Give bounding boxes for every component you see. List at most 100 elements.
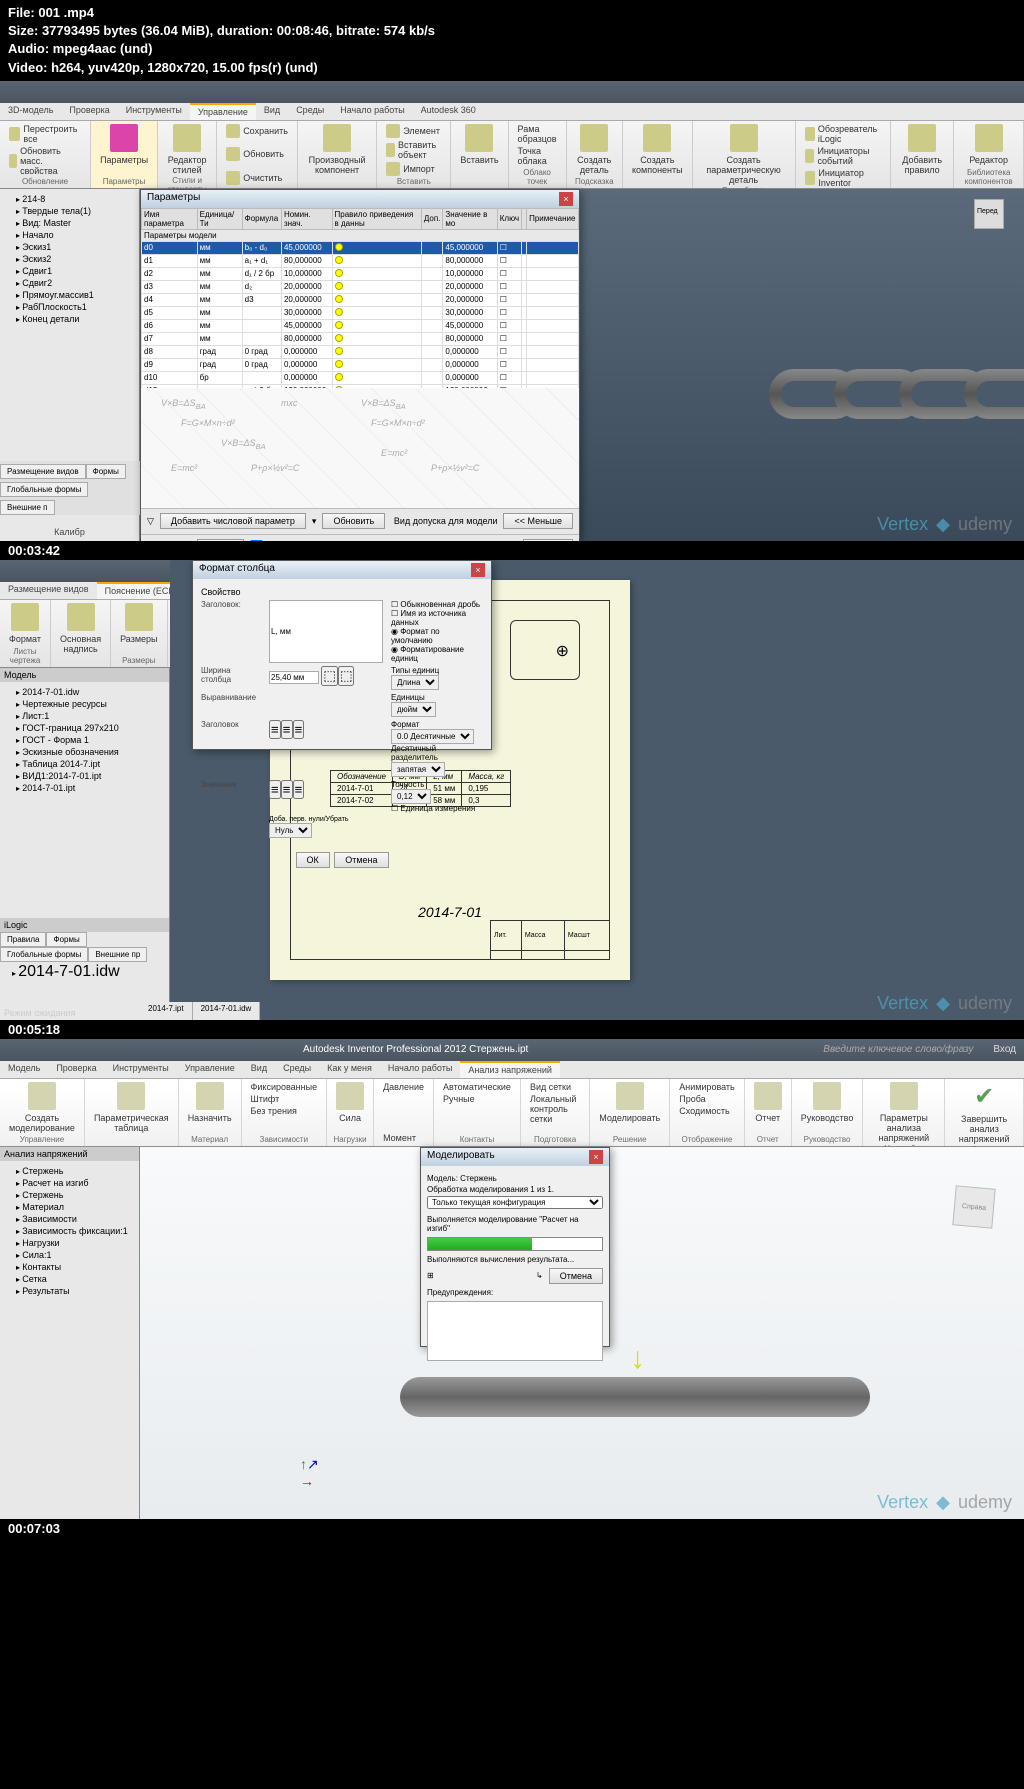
align-left-button[interactable]: ≡ bbox=[269, 720, 281, 739]
save-button[interactable]: Сохранить bbox=[223, 123, 291, 139]
param-row[interactable]: d0ммb₀ - d₀45,00000045,000000☐ bbox=[142, 241, 579, 254]
close-icon[interactable]: × bbox=[559, 192, 573, 206]
tree-item[interactable]: 2014-7-01.idw bbox=[4, 686, 165, 698]
tree-item[interactable]: Стержень bbox=[4, 1165, 135, 1177]
panel-tab[interactable]: Формы bbox=[86, 464, 126, 479]
viewport-3d[interactable]: Справа ↓ ↑↗→ Моделировать × Модель: Стер… bbox=[140, 1147, 1024, 1519]
param-row[interactable]: d3ммd₂20,00000020,000000☐ bbox=[142, 280, 579, 293]
guide-button[interactable]: Руководство bbox=[798, 1081, 857, 1124]
param-row[interactable]: d9град0 град0,0000000,000000☐ bbox=[142, 358, 579, 371]
panel-tab[interactable]: Размещение видов bbox=[0, 464, 86, 479]
ribbon-tab[interactable]: Среды bbox=[288, 103, 332, 120]
update-button[interactable]: Обновить bbox=[322, 513, 385, 529]
finish-button[interactable]: ✔Завершить анализ напряжений bbox=[951, 1081, 1017, 1145]
ribbon-tab[interactable]: Управление bbox=[190, 103, 256, 120]
animate-button[interactable]: Анимировать bbox=[676, 1081, 738, 1093]
ribbon-tab[interactable]: Инструменты bbox=[105, 1061, 177, 1078]
manual-contact-button[interactable]: Ручные bbox=[440, 1093, 514, 1105]
ilogic-tab[interactable]: Правила bbox=[0, 932, 46, 947]
create-comp-button[interactable]: Создать компоненты bbox=[629, 123, 686, 176]
from-source-checkbox[interactable]: ☐ Имя из источника данных bbox=[391, 609, 483, 627]
suppress-select[interactable]: Нуль bbox=[269, 823, 312, 838]
nav-cube[interactable]: Перед bbox=[974, 199, 1004, 229]
width-input[interactable] bbox=[269, 671, 319, 684]
help-icon[interactable]: ▽ bbox=[147, 516, 154, 527]
width-btn2[interactable]: ⬚ bbox=[338, 666, 355, 686]
friction-button[interactable]: Без трения bbox=[248, 1105, 321, 1117]
rebuild-all-button[interactable]: Перестроить все bbox=[6, 123, 84, 145]
tree-item[interactable]: Сетка bbox=[4, 1273, 135, 1285]
unit-string-checkbox[interactable]: ☐ Единица измерения bbox=[391, 804, 483, 813]
tree-item[interactable]: Результаты bbox=[4, 1285, 135, 1297]
auto-contact-button[interactable]: Автоматические bbox=[440, 1081, 514, 1093]
fixed-button[interactable]: Фиксированные bbox=[248, 1081, 321, 1093]
param-row[interactable]: d10бр0,0000000,000000☐ bbox=[142, 371, 579, 384]
ribbon-tab[interactable]: Управление bbox=[177, 1061, 243, 1078]
pin-button[interactable]: Штифт bbox=[248, 1093, 321, 1105]
tree-item[interactable]: Эскиз2 bbox=[4, 253, 135, 265]
close-icon[interactable]: × bbox=[589, 1150, 603, 1164]
param-row[interactable]: d5мм30,00000030,000000☐ bbox=[142, 306, 579, 319]
tree-item[interactable]: Материал bbox=[4, 1201, 135, 1213]
create-sim-button[interactable]: Создать моделирование bbox=[6, 1081, 78, 1134]
precision-select[interactable]: 0,12 bbox=[391, 789, 431, 804]
ribbon-tab[interactable]: Проверка bbox=[48, 1061, 104, 1078]
tree-item[interactable]: Контакты bbox=[4, 1261, 135, 1273]
config-select[interactable]: Только текущая конфигурация bbox=[427, 1196, 603, 1209]
param-table-button[interactable]: Параметрическая таблица bbox=[91, 1081, 172, 1134]
update-button[interactable]: Обновить bbox=[223, 146, 291, 162]
width-btn1[interactable]: ⬚ bbox=[321, 666, 338, 686]
tree-item[interactable]: Таблица 2014-7.ipt bbox=[4, 758, 165, 770]
styles-editor-button[interactable]: Редактор стилей bbox=[164, 123, 210, 176]
force-button[interactable]: Сила bbox=[333, 1081, 367, 1124]
parameters-table[interactable]: Имя параметраЕдиница/ТиФормулаНомин. зна… bbox=[141, 208, 579, 388]
tree-item[interactable]: РабПлоскость1 bbox=[4, 301, 135, 313]
tree-item[interactable]: Нагрузки bbox=[4, 1237, 135, 1249]
add-rule-button[interactable]: Добавить правило bbox=[897, 123, 947, 176]
tree-item[interactable]: Лист:1 bbox=[4, 710, 165, 722]
search-hint[interactable]: Введите ключевое слово/фразу bbox=[823, 1044, 973, 1055]
import-button[interactable]: Импорт bbox=[383, 161, 444, 177]
tree-item[interactable]: Начало bbox=[4, 229, 135, 241]
ribbon-tab[interactable]: Инструменты bbox=[118, 103, 190, 120]
ribbon-tab[interactable]: Как у меня bbox=[319, 1061, 380, 1078]
tree-item[interactable]: Сила:1 bbox=[4, 1249, 135, 1261]
tree-item[interactable]: 2014-7-01.ipt bbox=[4, 782, 165, 794]
doc-tab[interactable]: 2014-7-01.idw bbox=[193, 1002, 261, 1020]
sizes-button[interactable]: Размеры bbox=[117, 602, 160, 645]
align-center-button[interactable]: ≡ bbox=[281, 780, 293, 799]
convergence-button[interactable]: Сходимость bbox=[676, 1105, 738, 1117]
cancel-button[interactable]: Отмена bbox=[334, 852, 388, 868]
doc-tab[interactable]: 2014-7.ipt bbox=[140, 1002, 193, 1020]
ilogic-item[interactable]: 2014-7-01.idw bbox=[0, 962, 169, 982]
circle-icon[interactable]: ● bbox=[483, 539, 499, 541]
unit-type-select[interactable]: Длина bbox=[391, 675, 439, 690]
tree-item[interactable]: Сдвиг2 bbox=[4, 277, 135, 289]
tree-item[interactable]: Стержень bbox=[4, 1189, 135, 1201]
tree-item[interactable]: Прямоуг.массив1 bbox=[4, 289, 135, 301]
assign-button[interactable]: Назначить bbox=[185, 1081, 235, 1124]
dialog-titlebar[interactable]: Формат столбца × bbox=[193, 561, 491, 579]
derived-comp-button[interactable]: Производный компонент bbox=[304, 123, 370, 176]
tree-item[interactable]: Твердые тела(1) bbox=[4, 205, 135, 217]
sim-settings-button[interactable]: Параметры анализа напряжений bbox=[869, 1081, 938, 1144]
tree-item[interactable]: Конец детали bbox=[4, 313, 135, 325]
replace-frac-checkbox[interactable]: ☐ Обыкновенная дробь bbox=[391, 600, 483, 609]
tree-item[interactable]: Эскизные обозначения bbox=[4, 746, 165, 758]
viewport-3d[interactable]: Перед → Параметры × Имя параметраЕдиница… bbox=[140, 189, 1024, 541]
param-part-button[interactable]: Создать параметрическую деталь bbox=[699, 123, 789, 186]
param-row[interactable]: d8град0 град0,0000000,000000☐ bbox=[142, 345, 579, 358]
element-button[interactable]: Элемент bbox=[383, 123, 444, 139]
ribbon-tab[interactable]: Autodesk 360 bbox=[413, 103, 484, 120]
tree-item[interactable]: Чертежные ресурсы bbox=[4, 698, 165, 710]
login-button[interactable]: Вход bbox=[993, 1044, 1016, 1055]
pressure-button[interactable]: Давление bbox=[380, 1081, 427, 1093]
ribbon-tab[interactable]: Начало работы bbox=[380, 1061, 460, 1078]
insert-obj-button[interactable]: Вставить объект bbox=[383, 139, 444, 161]
tree-item[interactable]: ГОСТ-граница 297x210 bbox=[4, 722, 165, 734]
units-select[interactable]: дюйм bbox=[391, 702, 436, 717]
trigger-button[interactable]: Инициаторы событий bbox=[802, 145, 884, 167]
tree-item[interactable]: Зависимости bbox=[4, 1213, 135, 1225]
update-mass-button[interactable]: Обновить масс. свойства bbox=[6, 145, 84, 177]
local-mesh-button[interactable]: Локальный контроль сетки bbox=[527, 1093, 583, 1125]
